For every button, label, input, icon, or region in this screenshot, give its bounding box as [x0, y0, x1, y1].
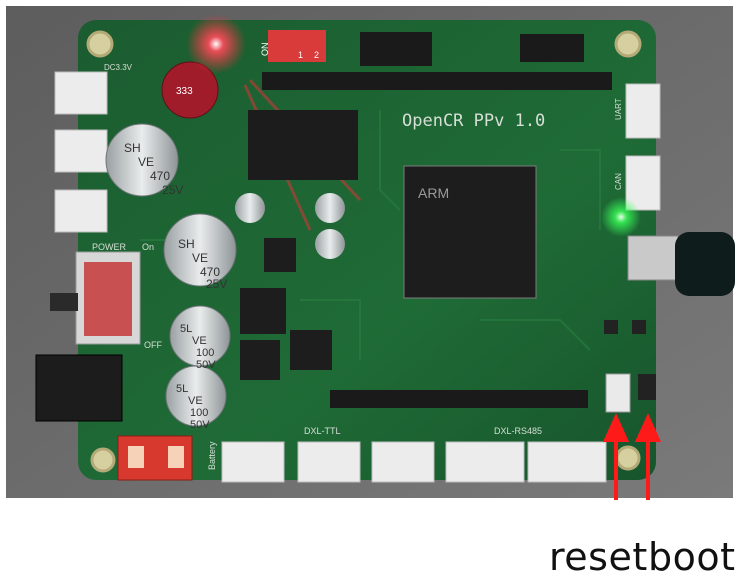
regulator	[248, 110, 358, 180]
dxl-rs485-label: DXL-RS485	[494, 426, 542, 436]
cap3-line1: 5L	[180, 323, 192, 335]
jst-connector-left	[54, 71, 108, 233]
connector-bottom	[297, 441, 361, 483]
cap4-line1: 5L	[176, 383, 188, 395]
led-red	[186, 14, 246, 74]
header-top	[262, 72, 612, 90]
cap2-line4: 25V	[206, 277, 227, 291]
power-label: POWER	[92, 242, 127, 252]
uart-connector	[625, 83, 661, 139]
reset-caption: reset	[549, 535, 648, 579]
dxl-ttl-label: DXL-TTL	[304, 426, 341, 436]
ic-chip	[240, 340, 280, 380]
mount-hole	[614, 30, 642, 58]
header-bottom	[330, 390, 588, 408]
power-switch-slider	[84, 262, 132, 336]
dc33-label: DC3.3V	[104, 63, 133, 72]
boot-button	[638, 374, 656, 400]
push-button	[632, 320, 646, 334]
cap4-line3: 100	[190, 407, 208, 419]
cap3-line4: 50V	[196, 359, 216, 371]
mount-hole	[90, 447, 116, 473]
boot-caption: boot	[648, 535, 736, 579]
small-capacitor	[235, 193, 265, 223]
cap1-line4: 25V	[162, 183, 183, 197]
battery-label: Battery	[207, 441, 217, 470]
cap2-line2: VE	[192, 251, 208, 265]
header-top-2	[360, 32, 432, 66]
uart-label: UART	[614, 98, 623, 120]
reset-button	[605, 373, 631, 413]
dip-on-label: ON	[260, 43, 270, 57]
can-label: CAN	[614, 173, 623, 190]
on-label: On	[142, 242, 154, 252]
micro-usb-port	[627, 235, 679, 281]
off-label: OFF	[144, 340, 162, 350]
buzzer-label: 333	[176, 86, 193, 97]
connector-bottom	[445, 441, 525, 483]
push-button	[604, 320, 618, 334]
board-title: OpenCR PPv 1.0	[402, 111, 545, 131]
power-switch-lever	[50, 293, 78, 311]
connector-bottom	[371, 441, 435, 483]
dip-2-label: 2	[314, 50, 319, 60]
mount-hole	[615, 445, 641, 471]
mcu-label: ARM	[418, 185, 449, 201]
small-capacitor	[315, 193, 345, 223]
cap1-line3: 470	[150, 169, 170, 183]
cap3-line3: 100	[196, 347, 214, 359]
mount-hole	[86, 30, 114, 58]
ic-chip	[290, 330, 332, 370]
usb-cable	[675, 232, 735, 296]
ic-chip	[264, 238, 296, 272]
cap4-line2: VE	[188, 395, 203, 407]
connector-bottom	[527, 441, 607, 483]
header-top-3	[520, 34, 584, 62]
cap1-line1: SH	[124, 141, 141, 155]
cap4-line4: 50V	[190, 419, 210, 431]
cap3-line2: VE	[192, 335, 207, 347]
small-capacitor	[315, 229, 345, 259]
dc-jack	[35, 354, 123, 422]
cap2-line1: SH	[178, 237, 195, 251]
dip-1-label: 1	[298, 50, 303, 60]
led-green	[601, 197, 641, 237]
opencr-board-photo: OpenCR PPv 1.0 POWER On OFF DXL-TTL DXL-…	[6, 6, 735, 500]
cap1-line2: VE	[138, 155, 154, 169]
ic-chip	[240, 288, 286, 334]
connector-bottom	[221, 441, 285, 483]
